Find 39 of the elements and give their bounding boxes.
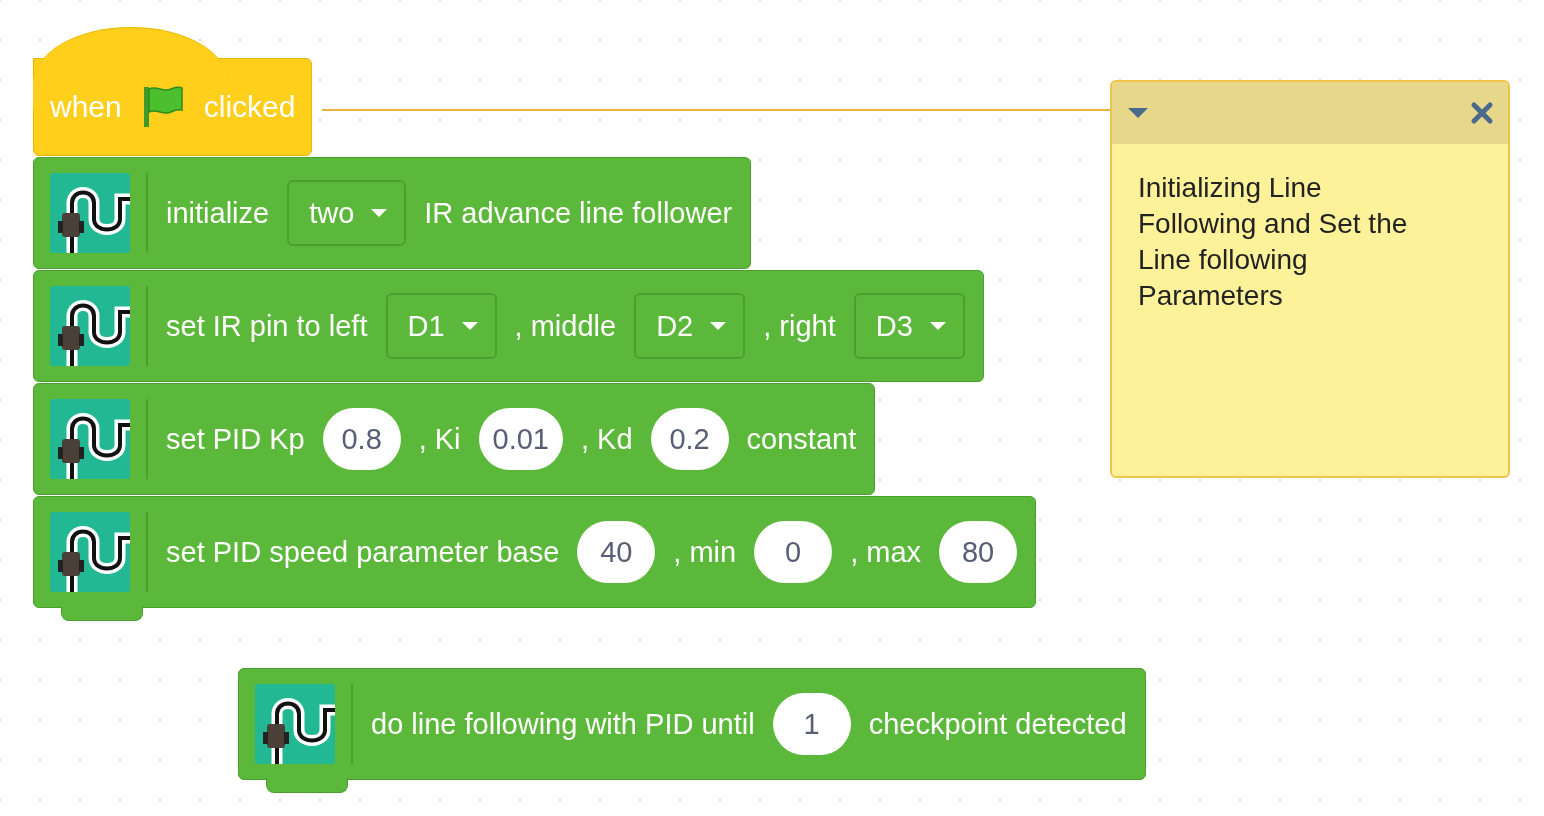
block-label: , Ki [418, 422, 461, 456]
caret-icon [709, 321, 728, 331]
caret-icon [460, 321, 479, 331]
block-label: when [50, 90, 122, 124]
caret-icon [370, 208, 389, 218]
block-label: set IR pin to left [166, 309, 368, 343]
block-label: , right [763, 309, 836, 343]
block-label: , Kd [581, 422, 633, 456]
line-follower-icon [50, 286, 130, 366]
caret-icon [928, 321, 947, 331]
block-label: , middle [514, 309, 617, 343]
number-input[interactable]: 80 [939, 521, 1018, 583]
block-label: , max [850, 535, 922, 569]
block-label: initialize [166, 196, 270, 230]
block-label: , min [673, 535, 737, 569]
line-follower-icon [50, 173, 130, 253]
comment-text: Initializing Line Following and Set the Line following Parameters [1138, 171, 1409, 313]
line-follower-icon [50, 399, 130, 479]
flag-icon [141, 85, 184, 129]
command-block[interactable]: do line following with PID until 1 checkpoint detected [238, 668, 1146, 780]
line-follower-icon [50, 512, 130, 592]
command-block[interactable]: set PID Kp 0.8 , Ki 0.01 , Kd 0.2 constant [33, 383, 876, 495]
block-label: clicked [203, 90, 296, 124]
block-label: checkpoint detected [868, 707, 1127, 741]
block-label: set PID speed parameter base [166, 535, 560, 569]
block-label: set PID Kp [166, 422, 305, 456]
block-label: do line following with PID until [371, 707, 755, 741]
collapse-icon[interactable] [1126, 106, 1150, 120]
command-block[interactable]: set PID speed parameter base 40 , min 0 , max 80 [33, 496, 1037, 608]
number-input[interactable]: 0 [754, 521, 833, 583]
number-input[interactable]: 40 [577, 521, 656, 583]
block-label: IR advance line follower [424, 196, 733, 230]
number-input[interactable]: 0.01 [478, 408, 563, 470]
close-icon[interactable] [1470, 101, 1494, 125]
number-input[interactable]: 0.8 [322, 408, 401, 470]
number-input[interactable]: 0.2 [650, 408, 729, 470]
line-follower-icon [255, 684, 335, 764]
number-input[interactable]: 1 [772, 693, 851, 755]
block-label: constant [746, 422, 857, 456]
